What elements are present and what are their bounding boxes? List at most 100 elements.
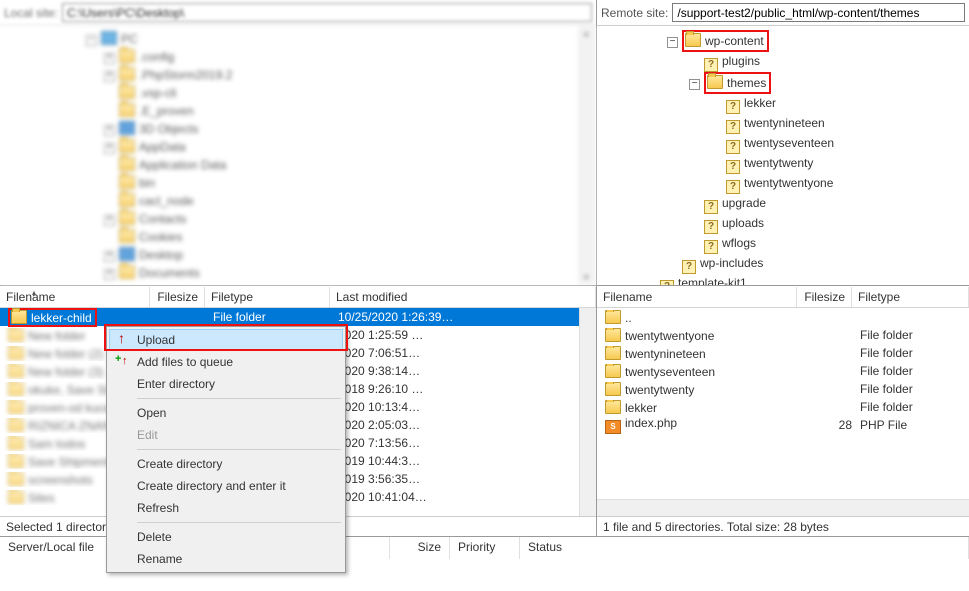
list-item[interactable]: lekker-childFile folder10/25/2020 1:26:3…	[0, 308, 596, 326]
list-item[interactable]: twentytwentyoneFile folder	[597, 326, 969, 344]
col-size[interactable]: Size	[390, 537, 450, 559]
tree-item[interactable]: ?template-kit1	[645, 274, 969, 285]
tree-item[interactable]: +.PhpStorm2019.2	[86, 66, 596, 84]
tree-item[interactable]: ?twentytwentyone	[645, 174, 969, 194]
tree-item[interactable]: +Desktop	[86, 246, 596, 264]
expander-icon[interactable]: +	[104, 215, 115, 226]
expander-icon[interactable]: −	[689, 79, 700, 90]
tree-item[interactable]: ?wflogs	[645, 234, 969, 254]
menu-item-delete[interactable]: Delete	[109, 526, 343, 548]
scrollbar-horizontal[interactable]	[597, 499, 969, 516]
scrollbar-vertical[interactable]	[579, 26, 596, 285]
col-filesize[interactable]: Filesize	[150, 287, 205, 307]
tree-item[interactable]: +3D Objects	[86, 120, 596, 138]
tree-item[interactable]: +.config	[86, 48, 596, 66]
expander-icon[interactable]: −	[86, 35, 97, 46]
tree-item[interactable]: ?lekker	[645, 94, 969, 114]
col-filetype[interactable]: Filetype	[852, 287, 969, 307]
remote-list-pane: Filename Filesize Filetype ..twentytwent…	[597, 286, 969, 536]
expander-icon[interactable]: +	[104, 269, 115, 280]
list-item[interactable]: twentynineteenFile folder	[597, 344, 969, 362]
tree-item[interactable]: −PC	[86, 30, 596, 48]
tree-item[interactable]: ?twentynineteen	[645, 114, 969, 134]
remote-site-input[interactable]	[672, 3, 965, 22]
tree-item[interactable]: ?uploads	[645, 214, 969, 234]
tree-item[interactable]: Application Data	[86, 156, 596, 174]
tree-item[interactable]: −themes	[645, 72, 969, 94]
tree-item[interactable]: +AppData	[86, 138, 596, 156]
list-item[interactable]: ..	[597, 308, 969, 326]
col-filename[interactable]: Filename	[597, 287, 797, 307]
menu-label: Upload	[137, 333, 175, 347]
tree-label: 3D Objects	[139, 122, 198, 136]
list-item[interactable]: lekkerFile folder	[597, 398, 969, 416]
menu-item-create-directory-and-enter-it[interactable]: Create directory and enter it	[109, 475, 343, 497]
remote-list-body[interactable]: ..twentytwentyoneFile foldertwentyninete…	[597, 308, 969, 516]
tree-item[interactable]: .vsp-cli	[86, 84, 596, 102]
expander-icon[interactable]: +	[104, 53, 115, 64]
tree-item[interactable]: +Contacts	[86, 210, 596, 228]
file-type: File folder	[860, 328, 913, 342]
expander-icon[interactable]: −	[667, 37, 678, 48]
menu-item-create-directory[interactable]: Create directory	[109, 453, 343, 475]
file-type: PHP File	[860, 418, 907, 432]
col-filename[interactable]: Filename	[0, 287, 150, 307]
local-list-header: Filename Filesize Filetype Last modified	[0, 286, 596, 308]
expander-icon[interactable]: +	[104, 71, 115, 82]
tree-item[interactable]: .E_proven	[86, 102, 596, 120]
file-modified: 2020 9:38:14…	[338, 364, 420, 378]
tree-item[interactable]: bin	[86, 174, 596, 192]
expander-icon[interactable]: +	[104, 143, 115, 154]
local-tree[interactable]: −PC+.config+.PhpStorm2019.2.vsp-cli.E_pr…	[0, 26, 596, 285]
expander-icon[interactable]: +	[104, 251, 115, 262]
tree-item[interactable]: Cookies	[86, 228, 596, 246]
tree-item[interactable]: ?upgrade	[645, 194, 969, 214]
tree-item[interactable]: ?twentyseventeen	[645, 134, 969, 154]
unknown-folder-icon: ?	[704, 200, 718, 214]
tree-label: wp-includes	[700, 256, 763, 270]
folder-icon	[119, 85, 135, 99]
menu-item-upload[interactable]: Upload	[109, 329, 343, 351]
unknown-folder-icon: ?	[704, 220, 718, 234]
remote-tree[interactable]: −wp-content?plugins−themes?lekker?twenty…	[597, 26, 969, 285]
unknown-folder-icon: ?	[726, 160, 740, 174]
menu-item-refresh[interactable]: Refresh	[109, 497, 343, 519]
col-filetype[interactable]: Filetype	[205, 287, 330, 307]
list-item[interactable]: Sindex.php28PHP File	[597, 416, 969, 434]
php-file-icon: S	[605, 420, 621, 434]
tree-label: Documents	[139, 266, 200, 280]
col-priority[interactable]: Priority	[450, 537, 520, 559]
menu-item-rename[interactable]: Rename	[109, 548, 343, 570]
tree-item[interactable]: ?wp-includes	[645, 254, 969, 274]
file-name: Sites	[28, 491, 55, 505]
folder-icon	[605, 310, 621, 324]
menu-item-edit: Edit	[109, 424, 343, 446]
local-site-input[interactable]	[62, 3, 592, 22]
folder-icon	[8, 436, 24, 450]
col-modified[interactable]: Last modified	[330, 287, 596, 307]
folder-icon	[119, 247, 135, 261]
menu-item-open[interactable]: Open	[109, 402, 343, 424]
folder-icon	[8, 346, 24, 360]
tree-item[interactable]: ?plugins	[645, 52, 969, 72]
list-item[interactable]: twentytwentyFile folder	[597, 380, 969, 398]
menu-item-enter-directory[interactable]: Enter directory	[109, 373, 343, 395]
folder-icon	[101, 31, 117, 45]
col-status[interactable]: Status	[520, 537, 969, 559]
tree-label: Cookies	[139, 230, 182, 244]
upload-icon	[116, 332, 132, 348]
folder-icon	[8, 490, 24, 504]
tree-item[interactable]: −wp-content	[645, 30, 969, 52]
col-filesize[interactable]: Filesize	[797, 287, 852, 307]
tree-label: twentytwenty	[744, 156, 813, 170]
expander-icon[interactable]: +	[104, 125, 115, 136]
folder-icon	[605, 346, 621, 360]
menu-item-add-files-to-queue[interactable]: Add files to queue	[109, 351, 343, 373]
file-modified: 2020 10:13:4…	[338, 400, 420, 414]
list-item[interactable]: twentyseventeenFile folder	[597, 362, 969, 380]
tree-item[interactable]: + Documents	[86, 264, 596, 282]
tree-item[interactable]: ? twentytwenty	[645, 154, 969, 174]
file-modified: 2019 3:56:35…	[338, 472, 420, 486]
tree-item[interactable]: cacl_node	[86, 192, 596, 210]
scrollbar-vertical[interactable]	[579, 308, 596, 516]
